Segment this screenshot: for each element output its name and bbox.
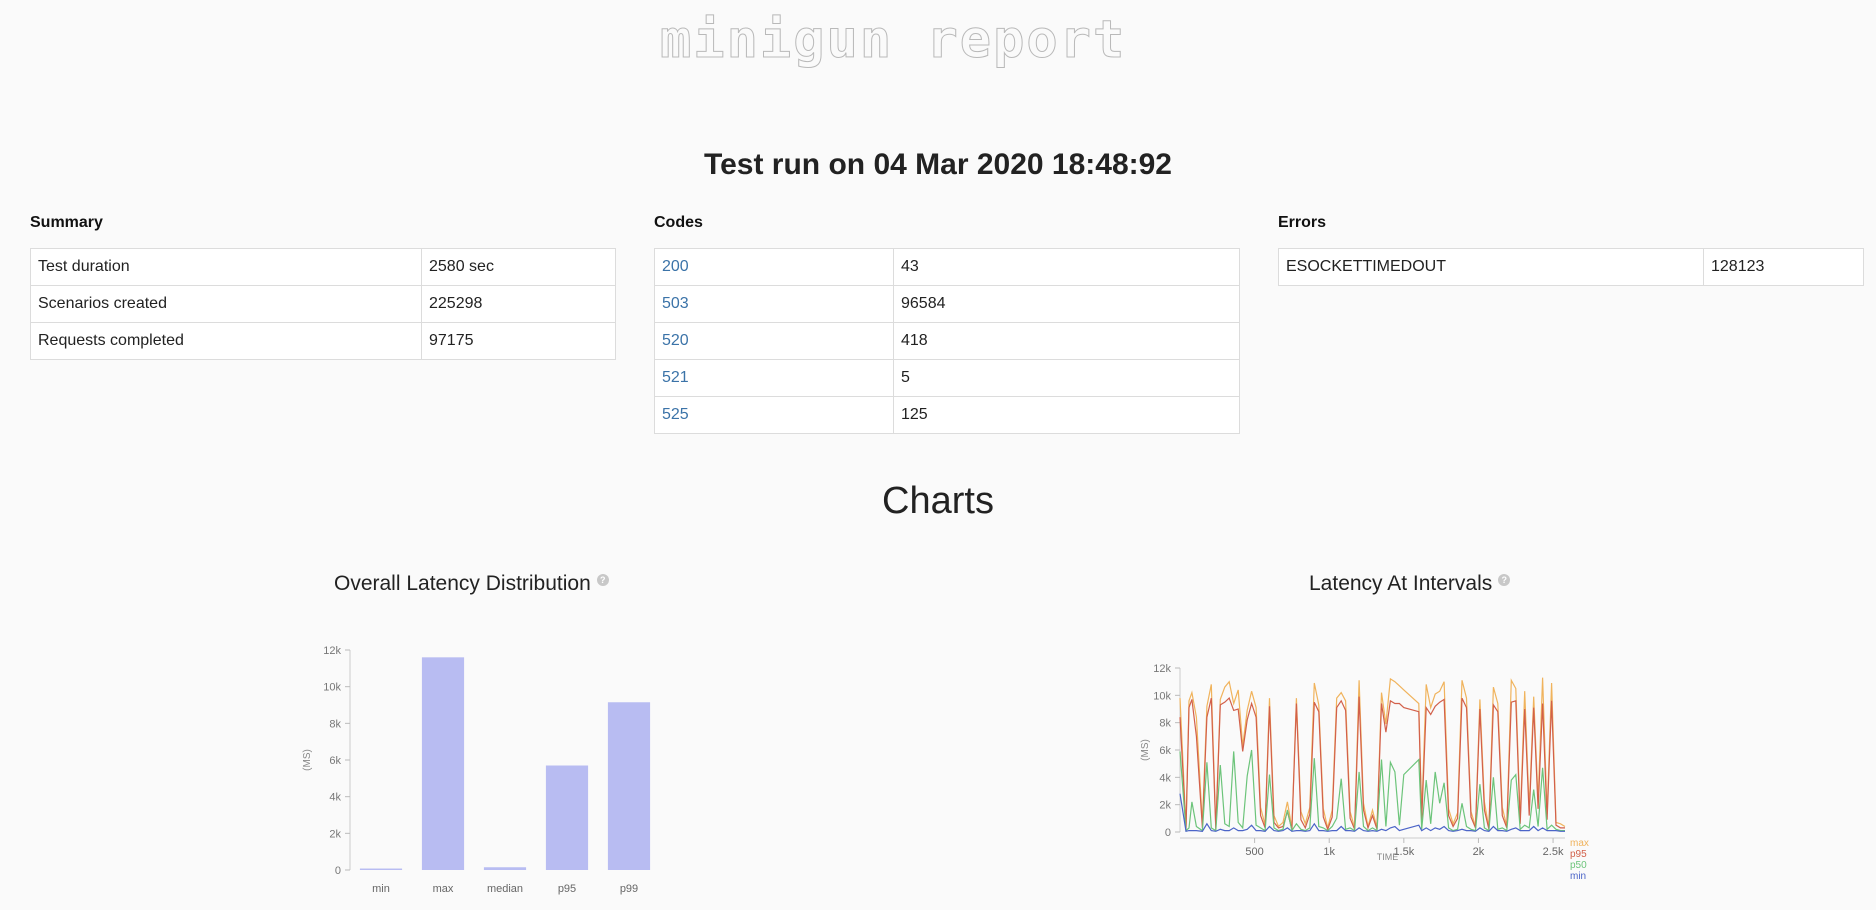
table-row: 525 125 [654, 396, 1240, 434]
report-logo: minigun report [659, 10, 1127, 70]
y-tick-label: 2k [329, 828, 341, 840]
x-axis-label: TIME [1377, 852, 1399, 862]
help-icon[interactable]: ? [1498, 574, 1511, 586]
bar-p95 [545, 765, 589, 870]
y-tick-label: 6k [1159, 745, 1171, 757]
code-link-521[interactable]: 521 [662, 369, 689, 386]
latency-distribution-chart: 0 2k 4k 6k 8k 10k 12k (MS) min max median p95 p99 [302, 645, 651, 895]
x-tick-label: max [433, 883, 454, 895]
y-tick-label: 2k [1159, 800, 1171, 812]
x-tick-label: 2.5k [1543, 846, 1564, 858]
charts-heading: Charts [882, 480, 994, 522]
codes-table: 200 43 503 96584 520 418 521 5 525 125 [654, 248, 1240, 434]
y-tick-label: 8k [329, 718, 341, 730]
bar-median [483, 867, 527, 870]
y-tick-label: 8k [1159, 718, 1171, 730]
codes-title: Codes [654, 214, 703, 231]
errors-title: Errors [1278, 214, 1327, 231]
y-axis-label: (MS) [302, 749, 313, 771]
y-axis-label: (MS) [1140, 739, 1151, 761]
table-row: 200 43 [654, 248, 1240, 286]
code-count: 125 [893, 396, 1240, 434]
summary-title: Summary [30, 214, 103, 231]
x-tick-label: 2k [1473, 846, 1485, 858]
summary-value: 2580 sec [421, 248, 616, 286]
summary-label: Requests completed [30, 322, 422, 360]
summary-label: Test duration [30, 248, 422, 286]
y-tick-label: 6k [329, 755, 341, 767]
legend-item-min: min [1570, 871, 1586, 880]
y-tick-label: 12k [323, 645, 341, 657]
y-tick-label: 10k [1153, 690, 1171, 702]
code-count: 96584 [893, 285, 1240, 323]
latency-intervals-title: Latency At Intervals? [1309, 572, 1511, 596]
table-row: Test duration 2580 sec [30, 248, 616, 286]
y-tick-label: 0 [335, 865, 341, 877]
summary-value: 97175 [421, 322, 616, 360]
legend-item-p95: p95 [1570, 849, 1587, 860]
table-row: Requests completed 97175 [30, 322, 616, 360]
y-tick-label: 0 [1165, 827, 1171, 839]
legend-item-max: max [1570, 838, 1589, 849]
code-link-503[interactable]: 503 [662, 295, 689, 312]
chart-title-text: Overall Latency Distribution [334, 572, 591, 595]
code-count: 43 [893, 248, 1240, 286]
code-link-525[interactable]: 525 [662, 406, 689, 423]
table-row: ESOCKETTIMEDOUT 128123 [1278, 248, 1864, 286]
help-icon[interactable]: ? [596, 574, 609, 586]
latency-distribution-title: Overall Latency Distribution? [334, 572, 609, 596]
summary-label: Scenarios created [30, 285, 422, 323]
x-tick-label: p95 [558, 883, 576, 895]
error-name: ESOCKETTIMEDOUT [1278, 248, 1704, 286]
error-count: 128123 [1703, 248, 1864, 286]
bar-max [421, 657, 465, 870]
y-tick-label: 4k [329, 792, 341, 804]
y-tick-label: 10k [323, 682, 341, 694]
bar-p99 [607, 702, 651, 870]
code-count: 418 [893, 322, 1240, 360]
y-tick-label: 12k [1153, 663, 1171, 675]
latency-intervals-chart: 02k4k6k8k10k12k500 1k 1.5k 2k 2.5kTIME(MS)ma… [1140, 663, 1589, 880]
y-tick-label: 4k [1159, 772, 1171, 784]
bar-min [359, 868, 403, 870]
x-tick-label: median [487, 883, 523, 895]
page-title: Test run on 04 Mar 2020 18:48:92 [704, 148, 1172, 181]
table-row: 520 418 [654, 322, 1240, 360]
table-row: 503 96584 [654, 285, 1240, 323]
legend-item-p50: p50 [1570, 860, 1587, 871]
table-row: Scenarios created 225298 [30, 285, 616, 323]
summary-table: Test duration 2580 sec Scenarios created… [30, 248, 616, 360]
x-tick-label: 500 [1245, 846, 1263, 858]
x-tick-label: p99 [620, 883, 638, 895]
summary-value: 225298 [421, 285, 616, 323]
table-row: 521 5 [654, 359, 1240, 397]
errors-table: ESOCKETTIMEDOUT 128123 [1278, 248, 1864, 286]
code-link-200[interactable]: 200 [662, 258, 689, 275]
code-count: 5 [893, 359, 1240, 397]
chart-title-text: Latency At Intervals [1309, 572, 1493, 595]
x-tick-label: 1k [1323, 846, 1335, 858]
code-link-520[interactable]: 520 [662, 332, 689, 349]
x-tick-label: min [372, 883, 390, 895]
